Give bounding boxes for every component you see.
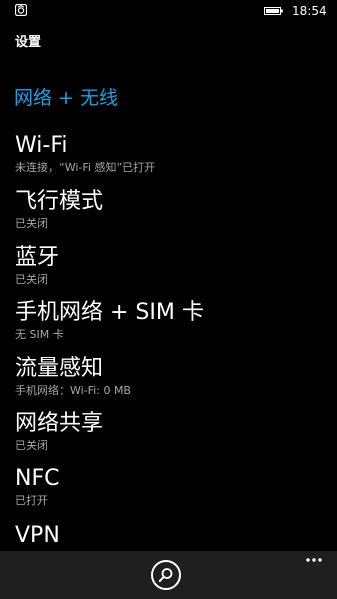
setting-status: 已关闭: [15, 273, 48, 286]
setting-item-wifi[interactable]: Wi-Fi 未连接，“Wi-Fi 感知”已打开: [0, 132, 337, 186]
setting-label: VPN: [15, 523, 60, 548]
status-time: 18:54: [292, 4, 327, 18]
setting-label: 网络共享: [15, 411, 104, 436]
setting-item-cellular-sim[interactable]: 手机网络 + SIM 卡 无 SIM 卡: [0, 299, 337, 353]
setting-label: NFC: [15, 466, 60, 491]
setting-status: 已关闭: [15, 439, 48, 452]
setting-status: 手机网络：Wi-Fi: 0 MB: [15, 384, 131, 397]
setting-label: Wi-Fi: [15, 133, 68, 158]
setting-item-data-sense[interactable]: 流量感知 手机网络：Wi-Fi: 0 MB: [0, 355, 337, 409]
setting-status: 已打开: [15, 494, 48, 507]
section-header: 网络 + 无线: [14, 87, 118, 109]
app-bar: [0, 551, 337, 599]
setting-status: 无 SIM 卡: [15, 328, 64, 341]
setting-label: 手机网络 + SIM 卡: [15, 300, 204, 325]
more-ellipsis-icon[interactable]: [300, 553, 330, 567]
setting-label: 流量感知: [15, 356, 104, 381]
setting-item-nfc[interactable]: NFC 已打开: [0, 465, 337, 519]
setting-label: 飞行模式: [15, 189, 104, 214]
setting-status: 未连接，“Wi-Fi 感知”已打开: [15, 161, 156, 174]
setting-status: 已关闭: [15, 217, 48, 230]
search-icon: [158, 568, 173, 582]
search-button[interactable]: [151, 560, 181, 590]
setting-item-internet-sharing[interactable]: 网络共享 已关闭: [0, 410, 337, 464]
notification-app-icon: [15, 4, 27, 16]
page-title: 设置: [15, 35, 42, 50]
setting-item-airplane-mode[interactable]: 飞行模式 已关闭: [0, 188, 337, 242]
setting-label: 蓝牙: [15, 245, 60, 270]
status-bar: 18:54: [0, 0, 337, 24]
setting-item-bluetooth[interactable]: 蓝牙 已关闭: [0, 244, 337, 298]
battery-icon: [264, 7, 283, 15]
